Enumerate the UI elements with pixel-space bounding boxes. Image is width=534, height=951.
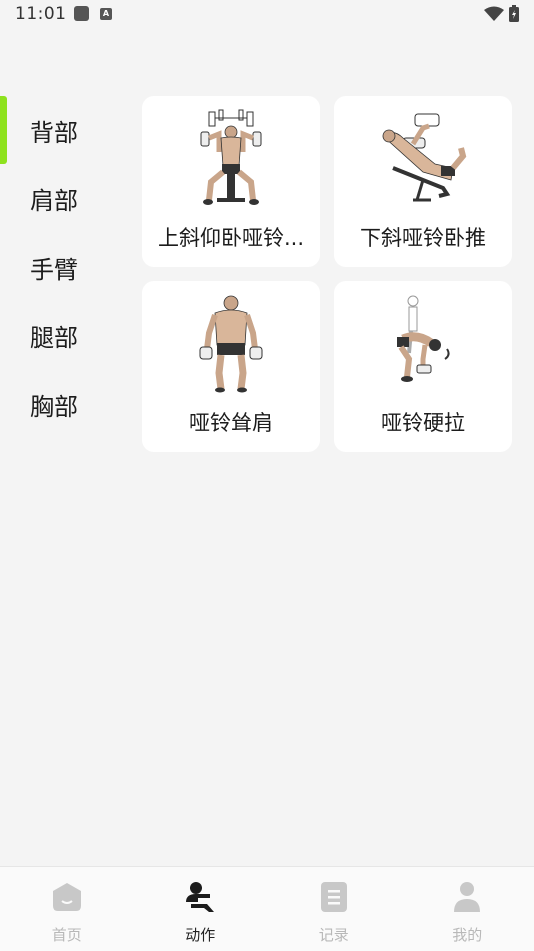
- status-time: 11:01: [15, 4, 67, 24]
- exercise-name: 下斜哑铃卧推: [342, 222, 504, 252]
- exercise-card-deadlift[interactable]: 哑铃硬拉: [334, 281, 512, 452]
- exercise-card-shrug[interactable]: 哑铃耸肩: [142, 281, 320, 452]
- notification-square-icon: [74, 6, 89, 21]
- wifi-icon: [484, 6, 504, 22]
- profile-icon: [450, 880, 484, 914]
- category-label: 腿部: [30, 318, 78, 353]
- category-label: 手臂: [30, 250, 78, 285]
- category-shoulders[interactable]: 肩部: [0, 165, 110, 234]
- notification-a-icon: A: [100, 8, 112, 20]
- incline-dumbbell-press-illustration: [181, 108, 281, 208]
- nav-label: 首页: [0, 924, 134, 945]
- category-arms[interactable]: 手臂: [0, 233, 110, 302]
- exercise-icon: [183, 880, 217, 914]
- exercise-card-incline-press[interactable]: 上斜仰卧哑铃...: [142, 96, 320, 267]
- dumbbell-deadlift-illustration: [373, 293, 473, 393]
- battery-icon: [509, 5, 519, 22]
- category-sidebar: 背部 肩部 手臂 腿部 胸部: [0, 96, 110, 439]
- home-icon: [50, 880, 84, 914]
- category-legs[interactable]: 腿部: [0, 302, 110, 371]
- bottom-navigation: 首页 动作 记录 我的: [0, 866, 534, 951]
- exercise-name: 哑铃耸肩: [150, 407, 312, 437]
- nav-label: 我的: [401, 924, 534, 945]
- dumbbell-shrug-illustration: [181, 293, 281, 393]
- category-label: 胸部: [30, 387, 78, 422]
- nav-record[interactable]: 记录: [267, 867, 401, 951]
- nav-exercise[interactable]: 动作: [134, 867, 268, 951]
- decline-dumbbell-press-illustration: [373, 108, 473, 208]
- status-bar: 11:01 A: [0, 0, 534, 28]
- exercise-card-decline-press[interactable]: 下斜哑铃卧推: [334, 96, 512, 267]
- exercise-grid: 上斜仰卧哑铃... 下斜哑铃卧推: [142, 96, 512, 452]
- nav-label: 动作: [134, 924, 268, 945]
- category-label: 肩部: [30, 181, 78, 216]
- category-chest[interactable]: 胸部: [0, 370, 110, 439]
- nav-label: 记录: [267, 924, 401, 945]
- exercise-name: 上斜仰卧哑铃...: [150, 222, 312, 252]
- nav-profile[interactable]: 我的: [401, 867, 534, 951]
- exercise-name: 哑铃硬拉: [342, 407, 504, 437]
- nav-home[interactable]: 首页: [0, 867, 134, 951]
- record-icon: [317, 880, 351, 914]
- category-back[interactable]: 背部: [0, 96, 110, 165]
- category-label: 背部: [30, 113, 78, 148]
